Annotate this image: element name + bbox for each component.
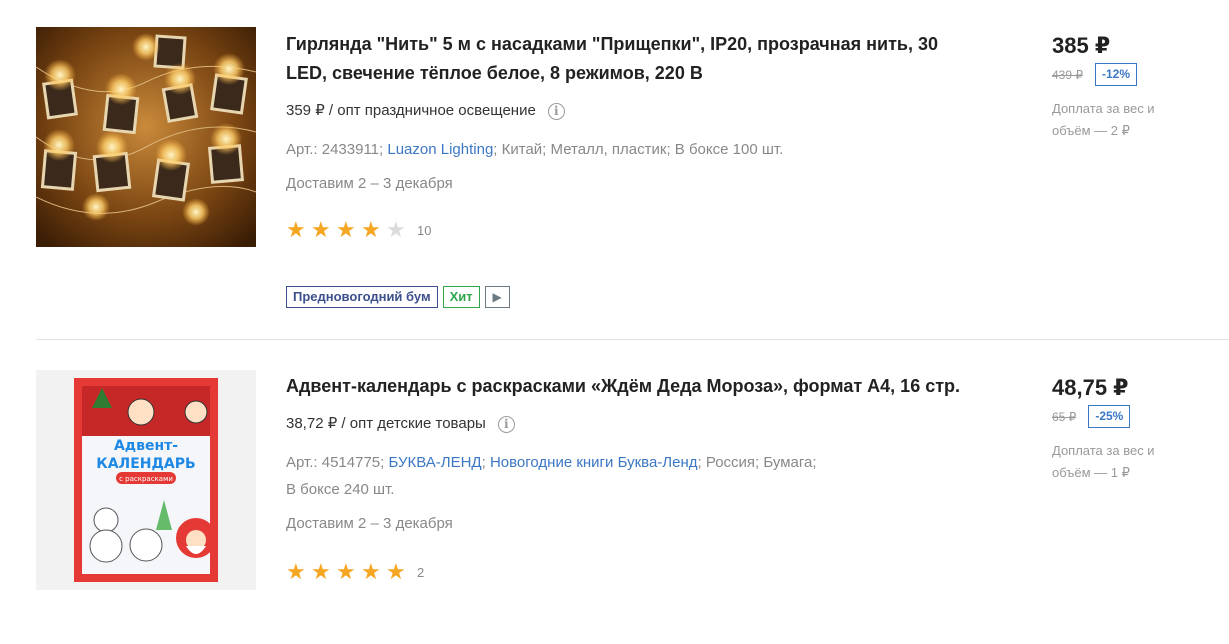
star-icon: ★ <box>286 559 306 584</box>
product-image-garland[interactable] <box>36 27 256 247</box>
current-price: 385 ₽ <box>1052 33 1111 58</box>
product-info: Адвент-календарь с раскрасками «Ждём Дед… <box>286 372 966 583</box>
product-meta: Арт.: 2433911; Luazon Lighting; Китай; М… <box>286 141 784 158</box>
play-icon[interactable]: ▶ <box>484 286 510 308</box>
star-icon: ★ <box>361 559 381 584</box>
star-icon: ★ <box>286 217 306 242</box>
product-title[interactable]: Гирлянда "Нить" 5 м с насадками "Прищепк… <box>286 30 966 88</box>
product-card-advent: Адвент- КАЛЕНДАРЬ с раскрасками Адвент-к… <box>0 340 1229 644</box>
discount-badge: -12% <box>1095 63 1138 86</box>
product-card-garland: Гирлянда "Нить" 5 м с насадками "Прищепк… <box>0 0 1229 339</box>
star-icon: ★ <box>361 217 381 242</box>
info-icon[interactable]: i <box>497 415 515 433</box>
article-number: Арт.: 4514775; <box>286 454 385 471</box>
calendar-title-line1: Адвент- <box>114 438 178 454</box>
material: Металл, пластик; <box>550 141 671 158</box>
badge-promo[interactable]: Предновогодний бум <box>286 286 438 308</box>
product-image-advent[interactable]: Адвент- КАЛЕНДАРЬ с раскрасками <box>36 370 256 590</box>
surcharge-note: Доплата за вес и объём — 2 ₽ <box>1052 101 1155 138</box>
box-quantity: В боксе 100 шт. <box>674 141 784 158</box>
calendar-subtitle: с раскрасками <box>119 475 173 483</box>
delivery-date: Доставим 2 – 3 декабря <box>286 175 453 192</box>
discount-badge: -25% <box>1088 405 1131 428</box>
product-meta: Арт.: 4514775; БУКВА-ЛЕНД; Новогодние кн… <box>286 454 817 498</box>
wholesale-price-text: 38,72 ₽ / опт детские товары <box>286 415 486 432</box>
old-price-row: 439 ₽ -12% <box>1052 63 1222 86</box>
garland-photo <box>36 27 256 247</box>
brand-link[interactable]: БУКВА-ЛЕНД <box>388 454 481 471</box>
rating[interactable]: ★ ★ ★ ★ ★ 2 <box>286 561 966 583</box>
old-price: 439 ₽ <box>1052 67 1083 82</box>
wholesale-price: 38,72 ₽ / опт детские товары i <box>286 413 966 435</box>
calendar-title-line2: КАЛЕНДАРЬ <box>96 456 195 472</box>
product-title[interactable]: Адвент-календарь с раскрасками «Ждём Дед… <box>286 372 966 401</box>
old-price-row: 65 ₽ -25% <box>1052 405 1222 428</box>
star-icon: ★ <box>386 217 406 242</box>
advent-calendar-cover: Адвент- КАЛЕНДАРЬ с раскрасками <box>36 370 256 590</box>
series-link[interactable]: Новогодние книги Буква-Ленд <box>490 454 698 471</box>
star-icon: ★ <box>336 217 356 242</box>
badge-hit[interactable]: Хит <box>442 286 480 308</box>
wholesale-price-text: 359 ₽ / опт праздничное освещение <box>286 102 536 119</box>
wholesale-price: 359 ₽ / опт праздничное освещение i <box>286 100 966 122</box>
delivery-date: Доставим 2 – 3 декабря <box>286 515 453 532</box>
review-count[interactable]: 2 <box>417 565 424 580</box>
star-icon: ★ <box>336 559 356 584</box>
old-price: 65 ₽ <box>1052 409 1077 424</box>
current-price: 48,75 ₽ <box>1052 375 1129 400</box>
price-block: 48,75 ₽ 65 ₽ -25% Доплата за вес и объём… <box>1052 375 1222 484</box>
review-count[interactable]: 10 <box>417 223 431 238</box>
box-quantity: В боксе 240 шт. <box>286 481 395 498</box>
star-icon: ★ <box>311 559 331 584</box>
material: Бумага; <box>763 454 817 471</box>
star-icon: ★ <box>311 217 331 242</box>
product-info: Гирлянда "Нить" 5 м с насадками "Прищепк… <box>286 30 966 241</box>
rating[interactable]: ★ ★ ★ ★ ★ 10 <box>286 219 966 241</box>
product-badges: Предновогодний бум Хит ▶ <box>286 286 510 308</box>
brand-link[interactable]: Luazon Lighting <box>387 141 493 158</box>
surcharge-note: Доплата за вес и объём — 1 ₽ <box>1052 443 1155 480</box>
country: Россия; <box>705 454 760 471</box>
article-number: Арт.: 2433911; <box>286 141 384 158</box>
country: Китай; <box>501 141 547 158</box>
star-icon: ★ <box>386 559 406 584</box>
price-block: 385 ₽ 439 ₽ -12% Доплата за вес и объём … <box>1052 33 1222 142</box>
info-icon[interactable]: i <box>547 102 565 120</box>
